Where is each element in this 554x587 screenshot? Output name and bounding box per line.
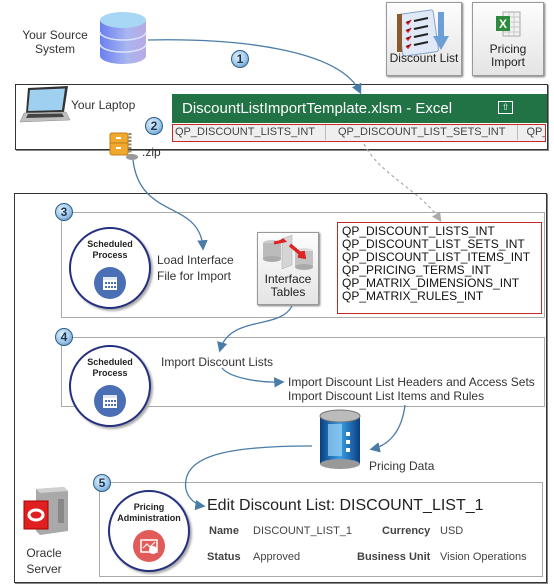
circle-title-1: Scheduled xyxy=(87,357,133,367)
sheet-tab[interactable]: QP_ xyxy=(518,125,545,140)
svg-text:X: X xyxy=(499,17,507,31)
scheduled-process-circle-4: Scheduled Process xyxy=(69,345,151,427)
field-value-business-unit: Vision Operations xyxy=(440,551,527,563)
step-4-badge: 4 xyxy=(55,328,73,346)
import-items-action: Import Discount List Items and Rules xyxy=(288,389,485,403)
interface-tables-list: QP_DISCOUNT_LISTS_INT QP_DISCOUNT_LIST_S… xyxy=(337,222,542,314)
pricing-admin-icon xyxy=(133,530,165,562)
field-label-status: Status xyxy=(207,551,241,563)
field-label-name: Name xyxy=(209,525,239,537)
field-value-currency: USD xyxy=(440,525,464,537)
circle-title-2: Administration xyxy=(117,513,181,523)
checklist-download-icon xyxy=(397,9,449,56)
oracle-label-2: Server xyxy=(26,562,62,576)
step-5-badge: 5 xyxy=(93,474,111,492)
pricing-data-icon xyxy=(319,409,361,469)
interface-tables-label-2: Tables xyxy=(270,285,306,299)
edit-discount-title: Edit Discount List: DISCOUNT_LIST_1 xyxy=(207,497,484,514)
pricing-administration-circle: Pricing Administration xyxy=(108,490,190,572)
step-1-badge: 1 xyxy=(231,50,249,68)
excel-title-bar: DiscountListImportTemplate.xlsm - Excel … xyxy=(172,94,547,123)
load-interface-line-1: Load Interface xyxy=(157,253,234,267)
zip-icon xyxy=(109,132,138,160)
pricing-import-tile[interactable]: X Pricing Import xyxy=(472,2,544,76)
oracle-server-icon xyxy=(23,487,68,535)
ribbon-display-icon[interactable]: ⇧ xyxy=(498,101,513,114)
oracle-server-label: Oracle Server xyxy=(24,546,64,576)
load-interface-line-2: File for Import xyxy=(157,269,232,283)
database-icon xyxy=(99,12,147,64)
step-3-badge: 3 xyxy=(55,203,73,221)
oracle-label-1: Oracle xyxy=(26,546,62,560)
pricing-import-label-2: Import xyxy=(490,55,525,69)
discount-list-tile[interactable]: Discount List xyxy=(386,2,462,76)
zip-label: .zip xyxy=(142,145,161,159)
source-system: Your Source System xyxy=(0,0,147,75)
field-label-business-unit: Business Unit xyxy=(357,551,431,563)
scheduled-process-circle-3: Scheduled Process xyxy=(69,227,151,309)
step-2-badge: 2 xyxy=(145,117,163,135)
interface-tables-icon xyxy=(263,235,313,270)
source-system-label-1: Your Source xyxy=(22,28,88,42)
circle-title-1: Scheduled xyxy=(87,239,133,249)
circle-title-1: Pricing xyxy=(133,502,165,512)
calendar-icon xyxy=(94,385,126,417)
sheet-tab[interactable]: QP_DISCOUNT_LIST_SETS_INT xyxy=(326,125,519,140)
laptop-icon xyxy=(19,86,71,123)
sheet-tab[interactable]: QP_DISCOUNT_LISTS_INT xyxy=(173,125,326,140)
import-sub-actions: Import Discount List Headers and Access … xyxy=(288,375,535,403)
field-value-status: Approved xyxy=(253,551,301,563)
field-value-name: DISCOUNT_LIST_1 xyxy=(253,525,353,537)
excel-icon: X xyxy=(496,11,521,37)
circle-title-2: Process xyxy=(92,368,128,378)
interface-tables-tile[interactable]: Interface Tables xyxy=(257,232,319,305)
circle-title-2: Process xyxy=(92,250,128,260)
excel-title: DiscountListImportTemplate.xlsm - Excel xyxy=(182,100,453,117)
interface-table-name: QP_MATRIX_RULES_INT xyxy=(342,289,484,303)
import-discount-lists-action: Import Discount Lists xyxy=(161,355,274,369)
discount-list-label: Discount List xyxy=(389,51,459,65)
load-interface-action: Load Interface File for Import xyxy=(157,253,234,283)
pricing-data-label: Pricing Data xyxy=(369,459,435,473)
calendar-icon xyxy=(94,267,126,299)
excel-sheet-tabs: QP_DISCOUNT_LISTS_INT QP_DISCOUNT_LIST_SE… xyxy=(172,124,546,142)
laptop-label: Your Laptop xyxy=(71,98,136,112)
source-system-label-2: System xyxy=(34,42,75,56)
import-headers-action: Import Discount List Headers and Access … xyxy=(288,375,535,389)
field-label-currency: Currency xyxy=(382,525,431,537)
